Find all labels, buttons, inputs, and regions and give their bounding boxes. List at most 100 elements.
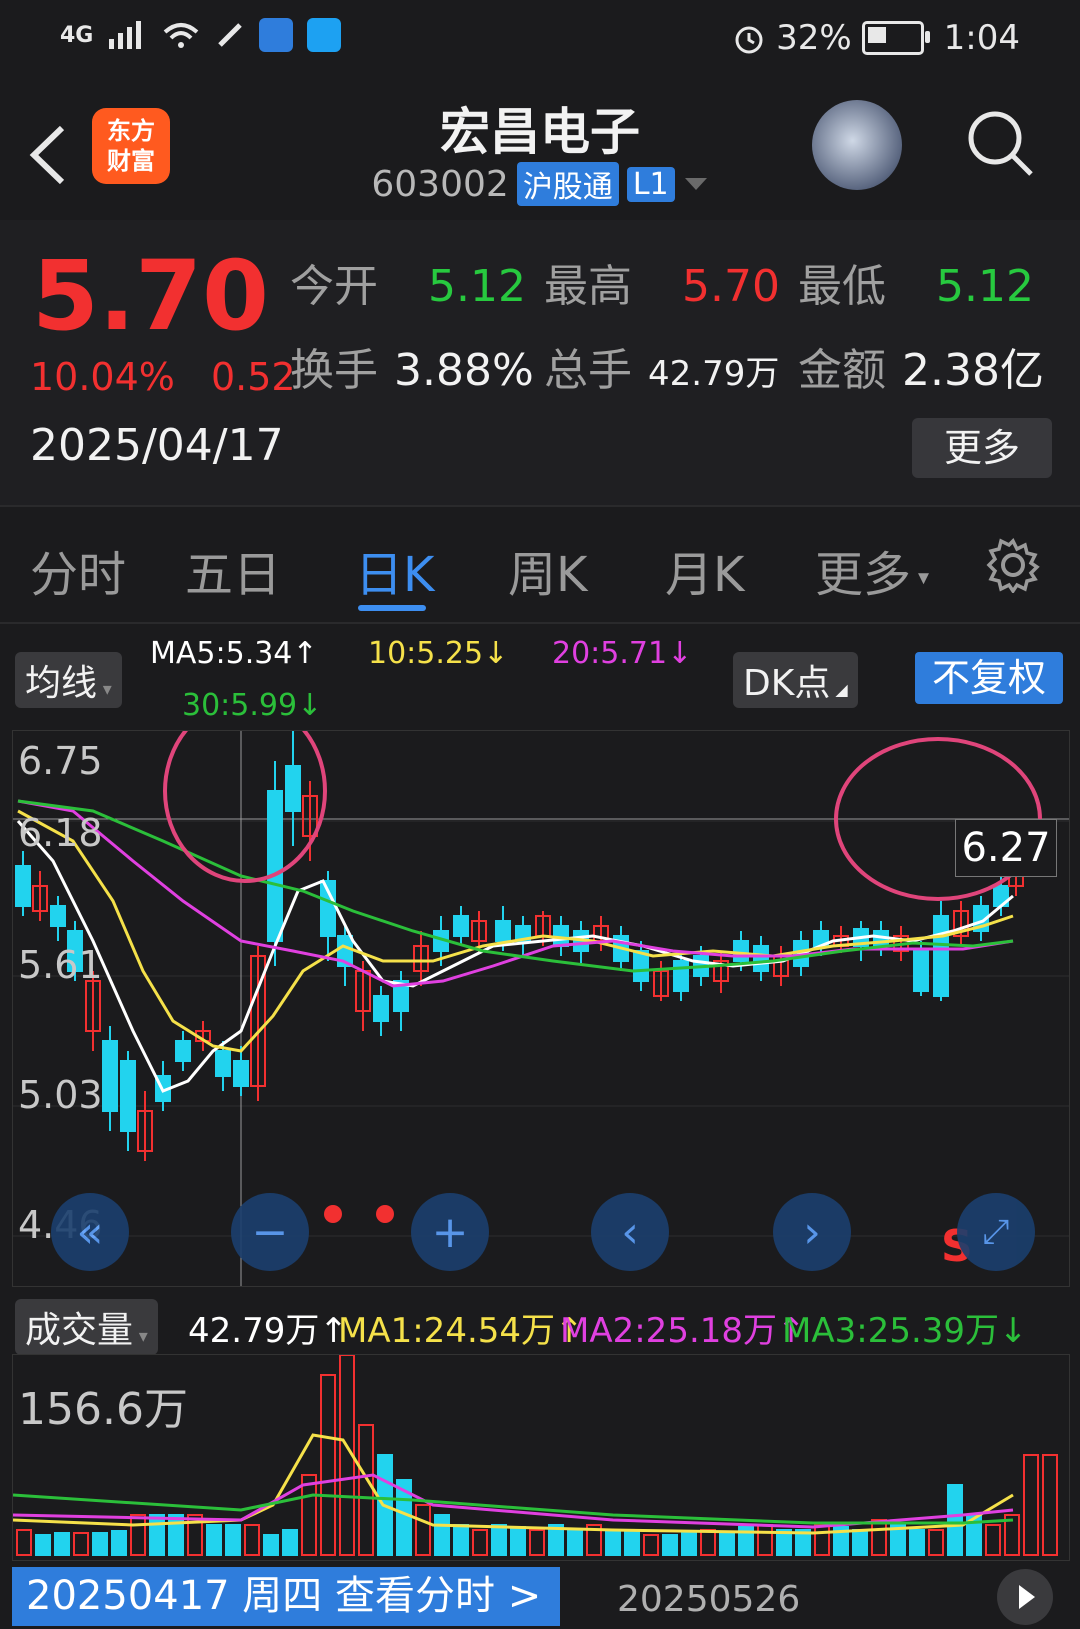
status-left: 4G (60, 18, 342, 52)
open-label: 今开 (290, 261, 378, 312)
vol-ma2-line (12, 1473, 1014, 1529)
search-button[interactable] (965, 108, 1035, 178)
gear-icon (986, 538, 1040, 595)
volume-current-text: 42.79万 (188, 1311, 320, 1351)
candle (913, 950, 929, 992)
wifi-icon (164, 23, 199, 48)
volume-bar (453, 1524, 469, 1556)
kline-svg (13, 699, 1069, 1286)
volume-bar (529, 1529, 545, 1556)
y-label-5.61: 5.61 (18, 943, 103, 987)
volume-bar (947, 1484, 963, 1556)
caret-down-icon: ▾ (911, 565, 930, 591)
volume-bar (643, 1534, 659, 1556)
candle (933, 915, 949, 997)
y-label-5.03: 5.03 (18, 1073, 103, 1117)
volume-value: 42.79万 (648, 354, 780, 394)
ma10-text: 10:5.25 (368, 636, 484, 671)
ma-selector-label: 均线 (25, 663, 98, 704)
volume-bar (320, 1374, 336, 1556)
volume-bar (757, 1524, 773, 1556)
app-icon (259, 18, 294, 52)
ma-selector[interactable]: 均线 ▾ (15, 652, 122, 708)
settings-button[interactable] (985, 537, 1041, 595)
vol-ma2-text: MA2:25.18万 (560, 1311, 778, 1351)
play-icon (1019, 1585, 1035, 1609)
change-row: 10.04% 0.52 (30, 355, 296, 399)
vol-ma1-text: MA1:24.54万 (338, 1311, 556, 1351)
page-dot (324, 1205, 342, 1223)
volume-bar (871, 1519, 887, 1556)
search-icon (968, 111, 1033, 176)
status-bar: 4G 32% 1:04 (0, 0, 1080, 80)
last-price: 5.70 (32, 240, 269, 352)
candle (233, 1060, 249, 1087)
double-chevron-left-icon: « (76, 1206, 104, 1258)
amount-value: 2.38亿 (902, 345, 1044, 396)
volume-bar (681, 1532, 697, 1556)
no-adjust-button[interactable]: 不复权 (915, 652, 1063, 704)
candle (120, 1060, 136, 1132)
ma5-text: MA5:5.34 (150, 636, 293, 671)
volume-bar (1023, 1454, 1039, 1556)
candle (215, 1050, 231, 1077)
page-dot (376, 1205, 394, 1223)
ma5-value: MA5:5.34↑ (150, 636, 318, 671)
volume-bar (92, 1532, 108, 1556)
change-amount: 0.52 (211, 355, 296, 399)
chevron-left-icon: ‹ (621, 1206, 639, 1258)
y-label-6.18: 6.18 (18, 811, 103, 855)
caret-down-icon: ▾ (133, 1326, 148, 1347)
volume-bar (225, 1524, 241, 1556)
y-label-6.75: 6.75 (18, 739, 103, 783)
assistant-avatar[interactable] (812, 100, 902, 190)
view-timeshare-button[interactable]: 20250417 周四 查看分时 > (12, 1567, 560, 1626)
fast-back-button[interactable]: « (51, 1193, 129, 1271)
quote-row-2: 换手 3.88% 总手 42.79万 金额 2.38亿 (290, 334, 1060, 418)
volume-bar (149, 1514, 165, 1556)
stock-code-row[interactable]: 603002 沪股通 L1 (0, 162, 1080, 206)
volume-bar (928, 1529, 944, 1556)
volume-current: 42.79万↑ (188, 1303, 348, 1352)
volume-bar (16, 1529, 32, 1556)
tab-more[interactable]: 更多 ▾ (815, 535, 929, 605)
volume-bar (567, 1529, 583, 1556)
fullscreen-button[interactable]: ⤢ (957, 1193, 1035, 1271)
quote-grid: 今开 5.12 最高 5.70 最低 5.12 换手 3.88% 总手 42.7… (290, 250, 1060, 418)
ma20-text: 20:5.71 (552, 636, 668, 671)
candle (373, 995, 389, 1022)
kline-chart[interactable]: 6.75 6.18 5.61 5.03 4.46 6.27 S « − + ‹ … (12, 699, 1070, 1287)
volume-bar (852, 1529, 868, 1556)
more-button[interactable]: 更多 (912, 418, 1052, 478)
volume-bar (662, 1534, 678, 1556)
scroll-left-button[interactable]: ‹ (591, 1193, 669, 1271)
scroll-right-button[interactable]: › (773, 1193, 851, 1271)
tab-weekly-k[interactable]: 周K (508, 535, 587, 605)
tab-timeshare[interactable]: 分时 (30, 535, 126, 605)
signal-bars-icon (109, 21, 142, 49)
volume-bar (73, 1532, 89, 1556)
volume-chart[interactable]: 156.6万 (12, 1354, 1070, 1561)
play-button[interactable] (997, 1569, 1053, 1625)
volume-bar (700, 1529, 716, 1556)
dk-point-selector[interactable]: DK点 ◢ (733, 652, 858, 708)
volume-bar (415, 1504, 431, 1556)
status-right: 32% 1:04 (732, 18, 1020, 58)
tab-daily-k[interactable]: 日K (355, 535, 434, 605)
arrow-down-icon: ↓ (297, 688, 323, 723)
signal-icon: 4G (60, 22, 94, 48)
minus-icon: − (251, 1206, 289, 1258)
ma-line (17, 799, 1014, 988)
arrow-down-icon: ↓ (999, 1311, 1028, 1351)
change-pct: 10.04% (30, 355, 175, 399)
volume-selector[interactable]: 成交量 ▾ (15, 1299, 158, 1355)
tab-monthly-k[interactable]: 月K (665, 535, 744, 605)
tab-five-day[interactable]: 五日 (185, 535, 281, 605)
candle (50, 905, 66, 927)
vol-ma1: MA1:24.54万↑ (338, 1303, 584, 1352)
crosshair-price: 6.27 (955, 819, 1057, 877)
zoom-in-button[interactable]: + (411, 1193, 489, 1271)
zoom-out-button[interactable]: − (231, 1193, 309, 1271)
turnover-label: 换手 (290, 345, 378, 396)
dk-point-label: DK点 (743, 663, 831, 704)
